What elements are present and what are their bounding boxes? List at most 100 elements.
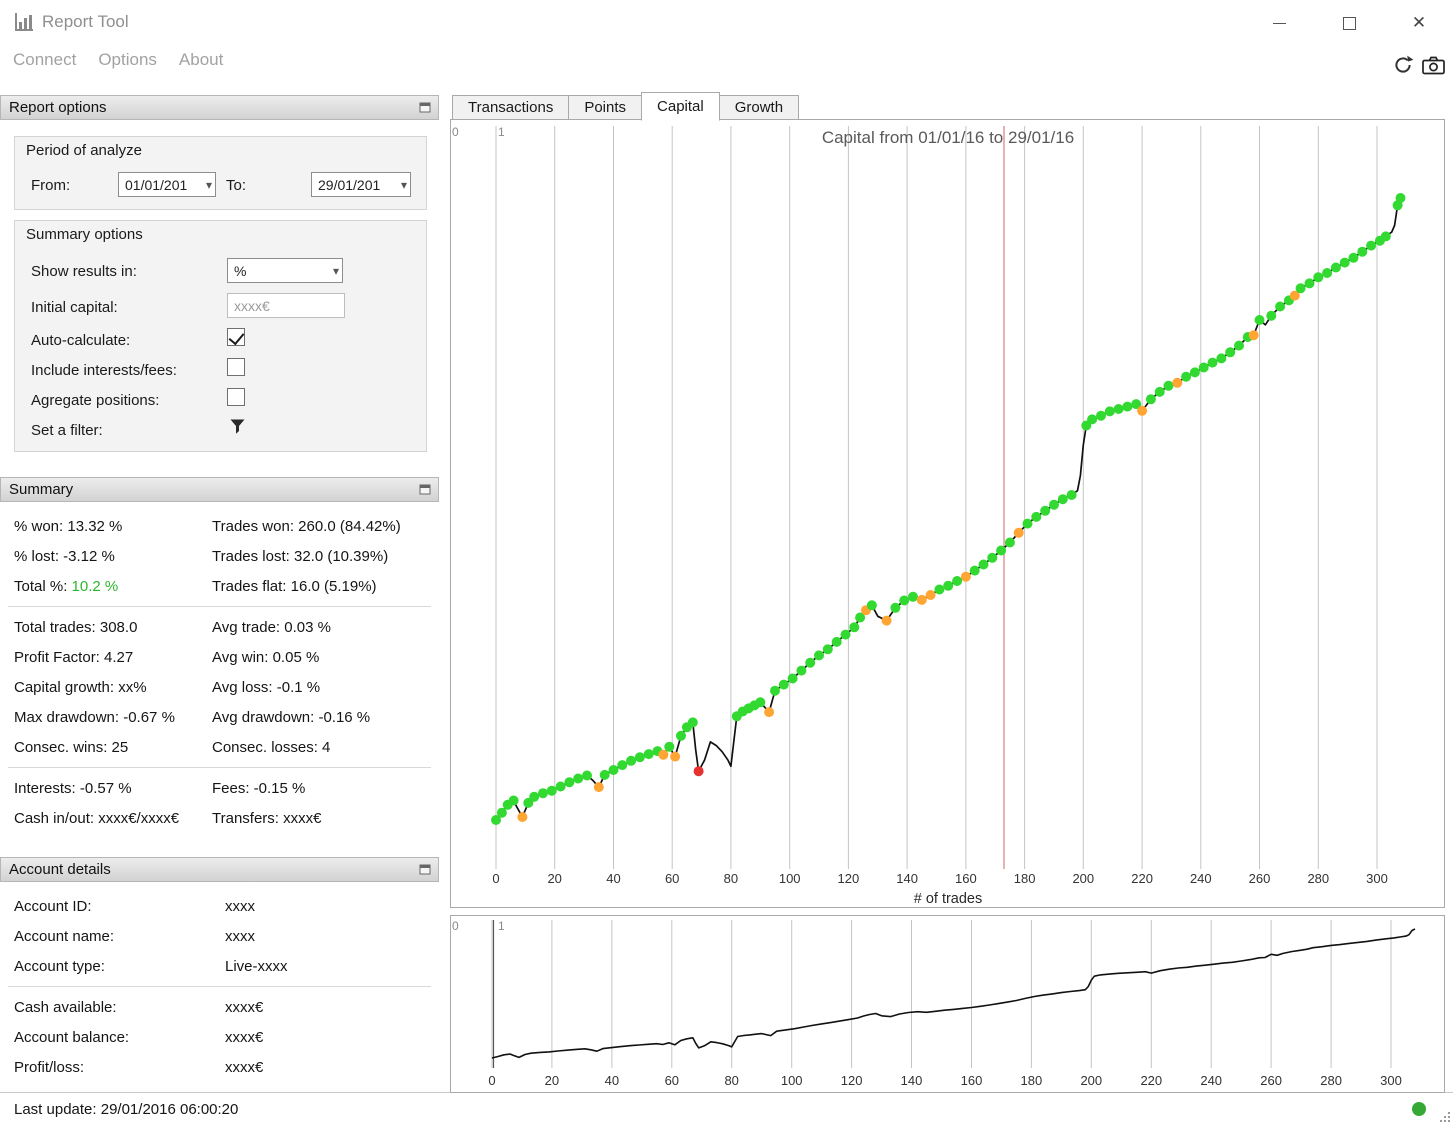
from-label: From: bbox=[31, 177, 71, 194]
summary-row-cell: % lost: -3.12 % bbox=[14, 547, 115, 565]
summary-row-cell: Avg drawdown: -0.16 % bbox=[212, 708, 371, 726]
close-icon: ✕ bbox=[1411, 13, 1427, 32]
svg-text:220: 220 bbox=[1140, 1073, 1162, 1088]
account-row-cell: Account balance: bbox=[14, 1028, 130, 1046]
account-row: Profit/loss: xxxx€ bbox=[0, 1052, 439, 1082]
float-panel-icon[interactable] bbox=[419, 484, 431, 495]
summary-row-cell: Consec. losses: 4 bbox=[212, 738, 331, 756]
svg-text:20: 20 bbox=[545, 1073, 559, 1088]
to-date-select[interactable]: 29/01/201 ▾ bbox=[311, 172, 411, 197]
menu-about[interactable]: About bbox=[176, 48, 226, 72]
last-update-text: Last update: 29/01/2016 06:00:20 bbox=[14, 1100, 239, 1118]
maximize-button[interactable] bbox=[1326, 10, 1372, 36]
summary-row: Total trades: 308.0 Avg trade: 0.03 % bbox=[0, 612, 439, 642]
agregate-positions-checkbox[interactable] bbox=[227, 388, 245, 406]
account-details-title: Account details bbox=[9, 861, 111, 878]
summary-row-cell: Trades flat: 16.0 (5.19%) bbox=[212, 577, 377, 595]
account-row: Account ID: xxxx bbox=[0, 891, 439, 921]
chevron-down-icon: ▾ bbox=[332, 263, 339, 278]
svg-text:260: 260 bbox=[1249, 871, 1271, 886]
float-panel-icon[interactable] bbox=[419, 102, 431, 113]
initial-capital-label: Initial capital: bbox=[31, 299, 118, 316]
filter-icon[interactable] bbox=[229, 418, 246, 435]
overview-chart[interactable]: 0 20 40 60 80 100 120 140 160 180 200 220 240 260 280 3… bbox=[450, 915, 1445, 1093]
summary-row-cell: Avg win: 0.05 % bbox=[212, 648, 320, 666]
titlebar: Report Tool ✕ bbox=[0, 0, 1453, 46]
menu-connect[interactable]: Connect bbox=[10, 48, 79, 72]
close-button[interactable]: ✕ bbox=[1396, 10, 1442, 36]
summary-header: Summary bbox=[0, 477, 439, 502]
account-details-header: Account details bbox=[0, 857, 439, 882]
chevron-down-icon: ▾ bbox=[400, 177, 407, 192]
separator bbox=[8, 606, 431, 607]
svg-text:200: 200 bbox=[1072, 871, 1094, 886]
summary-row-cell: Transfers: xxxx€ bbox=[212, 809, 322, 827]
account-details-body: Account ID: xxxx Account name: xxxx Account … bbox=[0, 891, 439, 1082]
account-row-cell: xxxx€ bbox=[225, 998, 264, 1016]
summary-title: Summary bbox=[9, 481, 74, 498]
agregate-positions-label: Agregate positions: bbox=[31, 392, 160, 409]
svg-text:# of trades: # of trades bbox=[914, 891, 983, 907]
svg-text:20: 20 bbox=[547, 871, 561, 886]
svg-text:1: 1 bbox=[498, 919, 505, 933]
svg-text:140: 140 bbox=[901, 1073, 923, 1088]
svg-text:0: 0 bbox=[488, 1073, 495, 1088]
resize-grip[interactable] bbox=[1439, 1111, 1452, 1124]
capital-chart[interactable]: 0 20 40 60 80 100 120 140 160 180 200 220 240 260 280 3… bbox=[450, 119, 1445, 908]
svg-text:60: 60 bbox=[665, 871, 679, 886]
camera-icon[interactable] bbox=[1422, 56, 1445, 75]
include-fees-label: Include interests/fees: bbox=[31, 362, 177, 379]
from-date-value: 01/01/201 bbox=[125, 176, 188, 193]
report-tool-window: Report Tool ✕ Connect Options About Repo… bbox=[0, 0, 1453, 1125]
svg-text:300: 300 bbox=[1366, 871, 1388, 886]
account-row: Account type: Live-xxxx bbox=[0, 951, 439, 981]
summary-row: Max drawdown: -0.67 % Avg drawdown: -0.16… bbox=[0, 702, 439, 732]
summary-row-cell: Profit Factor: 4.27 bbox=[14, 648, 134, 666]
summary-row-cell: Consec. wins: 25 bbox=[14, 738, 129, 756]
summary-row-cell: Total trades: 308.0 bbox=[14, 618, 138, 636]
account-row-cell: Account type: bbox=[14, 957, 105, 975]
svg-text:180: 180 bbox=[1021, 1073, 1043, 1088]
account-row-cell: Account name: bbox=[14, 927, 115, 945]
include-fees-checkbox[interactable] bbox=[227, 358, 245, 376]
float-panel-icon[interactable] bbox=[419, 864, 431, 875]
summary-row: Profit Factor: 4.27 Avg win: 0.05 % bbox=[0, 642, 439, 672]
account-row-cell: xxxx bbox=[225, 897, 255, 915]
summary-row-cell: Max drawdown: -0.67 % bbox=[14, 708, 175, 726]
capital-chart-plot[interactable]: 0 20 40 60 80 100 120 140 160 180 200 220 240 260 280 3… bbox=[451, 120, 1444, 907]
refresh-icon[interactable] bbox=[1392, 54, 1414, 76]
show-results-select[interactable]: % ▾ bbox=[227, 258, 343, 283]
summary-row-cell: Total %: 10.2 % bbox=[14, 577, 119, 595]
initial-capital-input[interactable]: xxxx€ bbox=[227, 293, 345, 318]
show-results-label: Show results in: bbox=[31, 263, 137, 280]
app-icon bbox=[15, 13, 33, 31]
account-row-cell: xxxx bbox=[225, 927, 255, 945]
svg-text:260: 260 bbox=[1260, 1073, 1282, 1088]
auto-calculate-checkbox[interactable] bbox=[227, 328, 245, 346]
svg-text:80: 80 bbox=[724, 1073, 738, 1088]
report-options-title: Report options bbox=[9, 99, 107, 116]
overview-chart-plot[interactable]: 0 20 40 60 80 100 120 140 160 180 200 220 240 260 280 3… bbox=[451, 916, 1444, 1092]
summary-row: Interests: -0.57 % Fees: -0.15 % bbox=[0, 773, 439, 803]
account-row-cell: Live-xxxx bbox=[225, 957, 288, 975]
svg-text:120: 120 bbox=[838, 871, 860, 886]
connection-status-icon bbox=[1412, 1102, 1426, 1116]
svg-text:300: 300 bbox=[1380, 1073, 1402, 1088]
svg-text:280: 280 bbox=[1320, 1073, 1342, 1088]
tab-growth[interactable]: Growth bbox=[718, 95, 800, 121]
summary-row: Capital growth: xx% Avg loss: -0.1 % bbox=[0, 672, 439, 702]
minimize-button[interactable] bbox=[1256, 10, 1302, 36]
period-groupbox: Period of analyze From: 01/01/201 ▾ To: … bbox=[14, 136, 427, 210]
svg-text:160: 160 bbox=[961, 1073, 983, 1088]
window-title: Report Tool bbox=[42, 12, 129, 31]
summary-row-cell: Avg loss: -0.1 % bbox=[212, 678, 321, 696]
minimize-icon bbox=[1272, 22, 1286, 24]
tab-points[interactable]: Points bbox=[568, 95, 643, 121]
tab-transactions[interactable]: Transactions bbox=[452, 95, 570, 121]
summary-row-cell: % won: 13.32 % bbox=[14, 517, 123, 535]
svg-text:120: 120 bbox=[841, 1073, 863, 1088]
tab-capital[interactable]: Capital bbox=[641, 92, 720, 121]
from-date-select[interactable]: 01/01/201 ▾ bbox=[118, 172, 216, 197]
svg-text:240: 240 bbox=[1200, 1073, 1222, 1088]
menu-options[interactable]: Options bbox=[95, 48, 160, 72]
